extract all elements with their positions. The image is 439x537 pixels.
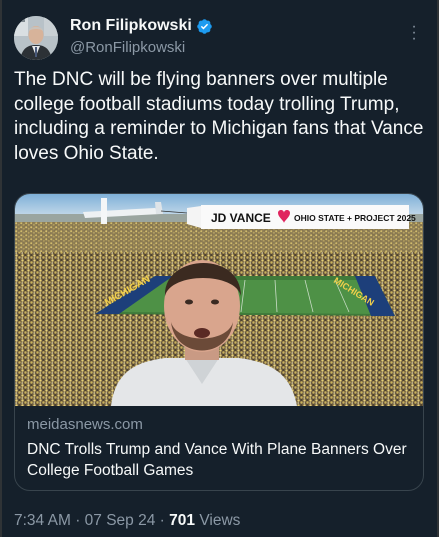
separator: · — [75, 512, 81, 529]
timestamp-time[interactable]: 7:34 AM — [14, 512, 71, 529]
tweet-header: Ron Filipkowski @RonFilipkowski · · · — [14, 14, 425, 64]
banner-right-text: OHIO STATE + PROJECT 2025 — [294, 213, 416, 223]
card-title[interactable]: DNC Trolls Trump and Vance With Plane Ba… — [27, 439, 411, 481]
timestamp-date[interactable]: 07 Sep 24 — [85, 512, 156, 529]
card-image[interactable]: JD VANCE OHIO STATE + PROJECT 2025 MICHI… — [15, 194, 423, 406]
avatar[interactable] — [14, 16, 58, 60]
more-options-icon[interactable]: · · · — [405, 19, 423, 47]
display-name-row[interactable]: Ron Filipkowski — [70, 17, 213, 35]
stadium-photo: JD VANCE OHIO STATE + PROJECT 2025 MICHI… — [15, 194, 423, 406]
handle[interactable]: @RonFilipkowski — [70, 39, 213, 56]
card-domain: meidasnews.com — [27, 416, 143, 433]
link-card[interactable]: JD VANCE OHIO STATE + PROJECT 2025 MICHI… — [14, 193, 424, 491]
banner-left-text: JD VANCE — [211, 211, 271, 225]
card-meta[interactable]: meidasnews.com DNC Trolls Trump and Vanc… — [27, 416, 411, 481]
tweet-container: Ron Filipkowski @RonFilipkowski · · · The … — [0, 0, 439, 537]
verified-badge-icon — [197, 18, 212, 34]
views-count: 701 — [169, 512, 196, 529]
tweet-meta: 7:34 AM · 07 Sep 24 · 701 Views — [14, 512, 240, 530]
author-block: Ron Filipkowski @RonFilipkowski — [70, 17, 213, 56]
display-name[interactable]: Ron Filipkowski — [70, 17, 192, 35]
person-avatar-icon — [14, 16, 58, 60]
views-label: Views — [199, 512, 241, 529]
separator: · — [159, 512, 165, 529]
tweet-text: The DNC will be flying banners over mult… — [14, 69, 424, 164]
